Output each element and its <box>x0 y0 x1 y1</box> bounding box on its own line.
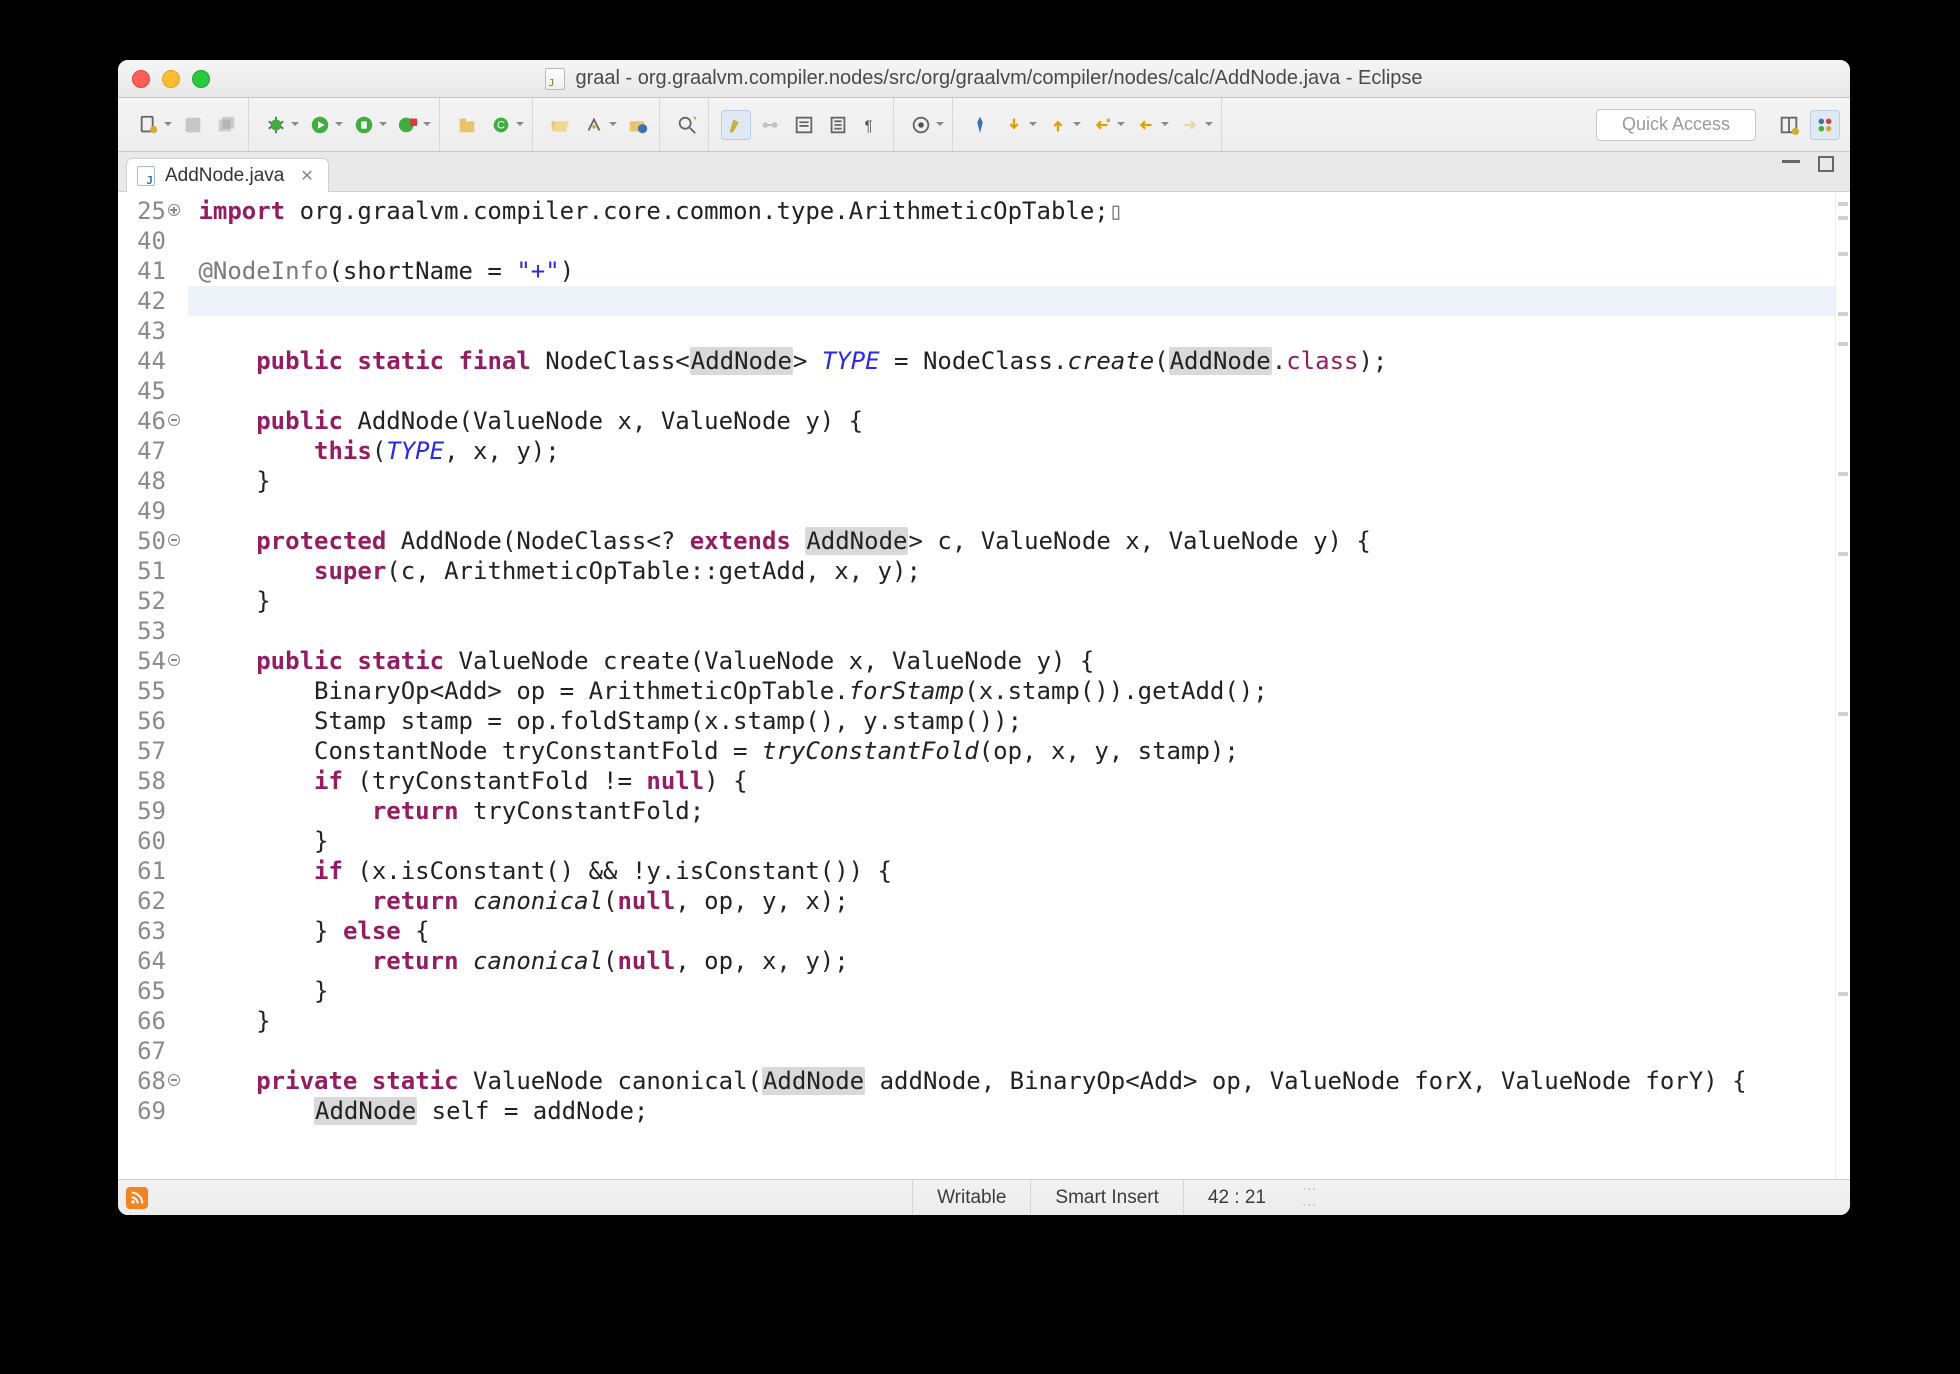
outline-button[interactable] <box>789 110 819 140</box>
open-resource-button[interactable] <box>545 110 575 140</box>
toggle-breadcrumb-button[interactable] <box>755 110 785 140</box>
open-type-button[interactable] <box>623 110 653 140</box>
new-package-button[interactable] <box>452 110 482 140</box>
svg-text:C: C <box>497 119 505 131</box>
toggle-mark-occurrences-button[interactable] <box>721 110 751 140</box>
new-class-button[interactable]: C <box>486 110 516 140</box>
prev-annotation-button[interactable] <box>1043 110 1073 140</box>
editor-tab-addnode[interactable]: AddNode.java ✕ <box>126 158 329 192</box>
new-button[interactable] <box>134 110 164 140</box>
rss-icon[interactable] <box>126 1187 148 1209</box>
show-whitespace-button[interactable]: ¶ <box>857 110 887 140</box>
status-cursor-pos: 42 : 21 <box>1183 1180 1290 1215</box>
java-file-icon <box>545 68 565 90</box>
editor-tab-label: AddNode.java <box>165 165 284 187</box>
open-perspective-button[interactable] <box>1774 110 1804 140</box>
status-insert-mode: Smart Insert <box>1030 1180 1182 1215</box>
next-annotation-button[interactable] <box>999 110 1029 140</box>
titlebar: graal - org.graalvm.compiler.nodes/src/o… <box>118 60 1850 98</box>
code-editor[interactable]: 2540414243444546474849505152535455565758… <box>118 192 1850 1179</box>
main-toolbar: C ¶ <box>118 98 1850 152</box>
pin-editor-button[interactable] <box>965 110 995 140</box>
code-area[interactable]: import org.graalvm.compiler.core.common.… <box>188 192 1835 1179</box>
window-close-button[interactable] <box>132 70 150 88</box>
window-minimize-button[interactable] <box>162 70 180 88</box>
forward-button[interactable] <box>1175 110 1205 140</box>
run-button[interactable] <box>305 110 335 140</box>
maximize-view-icon[interactable] <box>1818 156 1834 172</box>
minimize-view-icon[interactable] <box>1782 160 1800 164</box>
eclipse-window: graal - org.graalvm.compiler.nodes/src/o… <box>118 60 1850 1215</box>
save-button[interactable] <box>178 110 208 140</box>
status-grip-icon: ⋮⋮ <box>1302 1182 1318 1214</box>
quick-access-input[interactable]: Quick Access <box>1596 109 1756 141</box>
search-button[interactable] <box>672 110 702 140</box>
back-button[interactable] <box>1131 110 1161 140</box>
svg-text:¶: ¶ <box>865 118 873 134</box>
last-edit-button[interactable] <box>1087 110 1117 140</box>
line-number-gutter: 2540414243444546474849505152535455565758… <box>118 192 170 1179</box>
fold-bar[interactable] <box>170 192 188 1179</box>
close-tab-icon[interactable]: ✕ <box>300 166 313 186</box>
editor-tabbar: AddNode.java ✕ <box>118 152 1850 192</box>
window-zoom-button[interactable] <box>192 70 210 88</box>
window-title: graal - org.graalvm.compiler.nodes/src/o… <box>575 67 1422 90</box>
coverage-button[interactable] <box>349 110 379 140</box>
show-source-button[interactable] <box>823 110 853 140</box>
overview-ruler[interactable] <box>1835 192 1850 1179</box>
save-all-button[interactable] <box>212 110 242 140</box>
status-writable: Writable <box>912 1180 1030 1215</box>
annotations-button[interactable] <box>906 110 936 140</box>
search-menu-button[interactable] <box>579 110 609 140</box>
java-file-icon <box>137 166 155 186</box>
run-external-button[interactable] <box>393 110 423 140</box>
debug-button[interactable] <box>261 110 291 140</box>
status-bar: Writable Smart Insert 42 : 21 ⋮⋮ <box>118 1179 1850 1215</box>
java-perspective-button[interactable] <box>1810 110 1840 140</box>
